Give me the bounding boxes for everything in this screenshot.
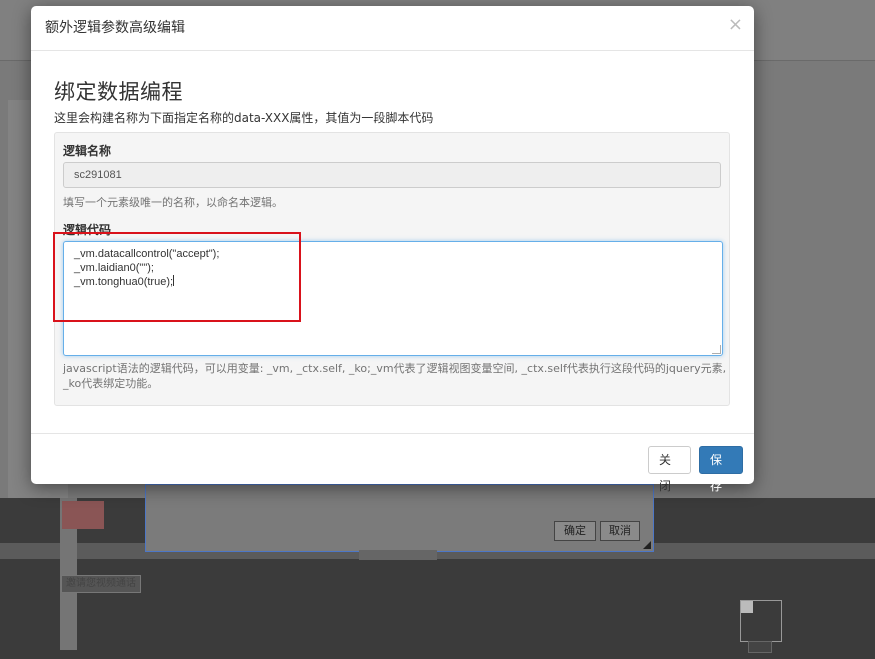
resize-grip-icon[interactable]: [712, 345, 721, 354]
section-description: 这里会构建名称为下面指定名称的data-XXX属性，其值为一段脚本代码: [54, 111, 434, 125]
section-title: 绑定数据编程: [54, 80, 183, 104]
logic-name-label: 逻辑名称: [63, 144, 112, 158]
logic-code-help: javascript语法的逻辑代码，可以用变量: _vm, _ctx.self,…: [63, 362, 727, 390]
save-button[interactable]: 保存: [699, 446, 743, 493]
background-confirm-button: 确定: [554, 521, 596, 541]
close-button[interactable]: 关闭: [648, 446, 691, 493]
text-caret: [173, 275, 175, 286]
modal-title: 额外逻辑参数高级编辑: [45, 20, 185, 36]
background-thumbnail-label: [748, 641, 772, 653]
code-line-with-caret: _vm.tonghua0(true);: [74, 275, 712, 289]
background-resize-handle: [643, 541, 651, 549]
advanced-edit-modal: 额外逻辑参数高级编辑 × 绑定数据编程 这里会构建名称为下面指定名称的data-…: [31, 6, 754, 493]
logic-name-help: 填写一个元素级唯一的名称，以命名本逻辑。: [63, 196, 283, 209]
close-icon[interactable]: ×: [728, 15, 743, 35]
code-line: _vm.laidian0("");: [74, 262, 154, 274]
logic-name-field[interactable]: sc291081: [63, 162, 721, 188]
logic-code-textarea[interactable]: _vm.datacallcontrol("accept"); _vm.laidi…: [63, 241, 723, 356]
background-cancel-button: 取消: [600, 521, 640, 541]
background-tip: [359, 550, 437, 560]
background-red-label: [62, 501, 104, 529]
background-inner-dialog: [145, 484, 654, 552]
modal-header: 额外逻辑参数高级编辑 ×: [31, 6, 754, 51]
broken-image-icon: [741, 601, 753, 613]
code-line: _vm.datacallcontrol("accept");: [74, 248, 220, 260]
logic-code-label: 逻辑代码: [63, 223, 112, 237]
background-video-call-tag: 邀请您视频通话: [61, 575, 141, 593]
form-well: 逻辑名称 sc291081 填写一个元素级唯一的名称，以命名本逻辑。 逻辑代码 …: [54, 132, 730, 406]
code-line-text: _vm.tonghua0(true);: [74, 276, 174, 288]
modal-footer: 关闭 保存: [31, 433, 754, 493]
